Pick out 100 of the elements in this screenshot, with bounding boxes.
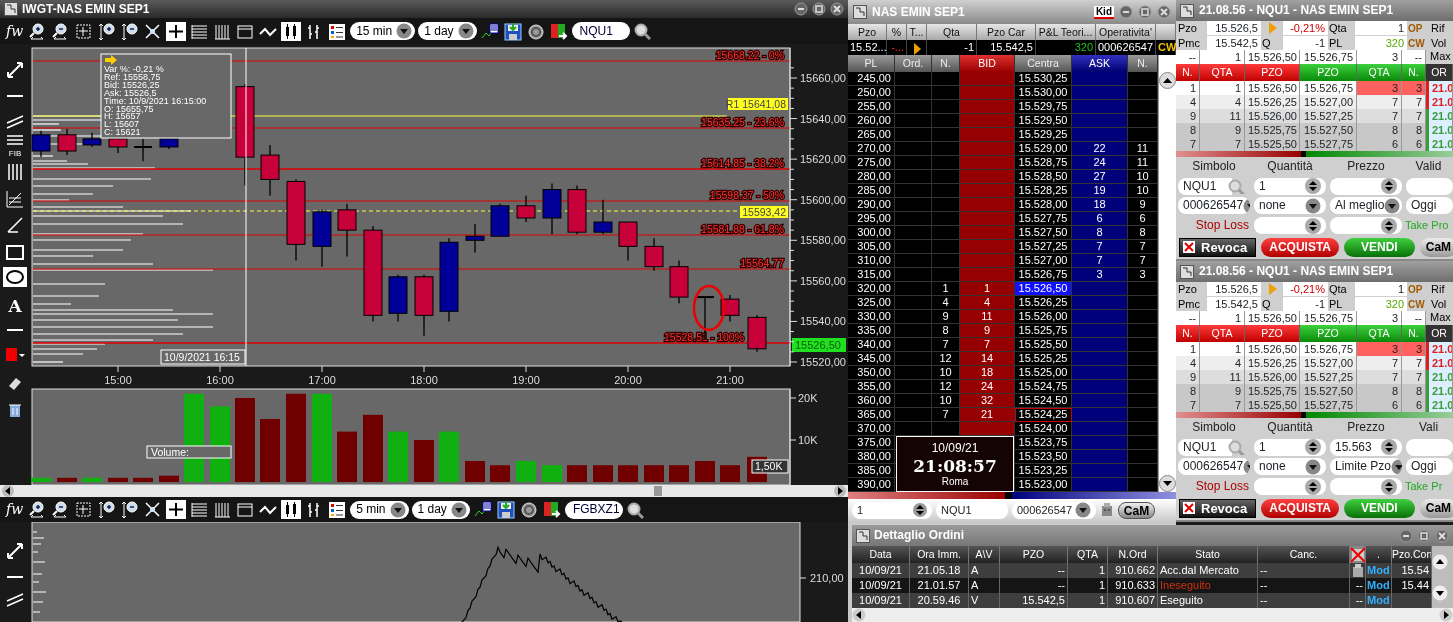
axis-label: 21:00 (716, 374, 744, 386)
table-cell: 8 (1402, 384, 1426, 399)
period-dropdown[interactable]: 1 day (411, 500, 470, 519)
table-cell: 21.01.57 (910, 578, 969, 593)
text-tool[interactable]: A (8, 296, 22, 316)
column-header: PZO (1245, 64, 1300, 82)
parameter-dropdown[interactable]: none (1254, 458, 1326, 476)
table-cell: 255,00 (848, 100, 895, 114)
table-cell: 7 (1357, 370, 1402, 385)
column-header: QTA (1357, 325, 1402, 343)
price-tag: 15526,50 (792, 338, 846, 352)
timeframe-dropdown[interactable]: 5 min (350, 500, 409, 519)
column-header: Stato (1158, 546, 1258, 563)
table-cell: 11 (1200, 109, 1245, 124)
table-cell: 290,00 (848, 198, 895, 212)
column-header: OR (1426, 325, 1453, 343)
fib-tool[interactable]: FIB (6, 135, 24, 158)
column-header: N. (1128, 55, 1158, 72)
table-cell: 355,00 (848, 380, 895, 394)
parameter-dropdown[interactable]: none (1254, 197, 1326, 215)
table-cell: 7 (1176, 398, 1200, 413)
table-cell: 1 (1068, 593, 1108, 608)
axis-label: 15560,00 (800, 274, 846, 287)
window-title: 21.08.56 - NQU1 - NAS EMIN SEP1 (1199, 265, 1394, 278)
table-cell: 15.526,00 (1245, 109, 1300, 124)
level-label: 15528.51 - 100% (664, 331, 744, 343)
cam-button[interactable]: CaM (1419, 498, 1453, 518)
symbol-field[interactable]: NQU1 (936, 501, 1008, 519)
column-header: Pzo.Con (1392, 546, 1432, 563)
column-header: Qta (927, 24, 977, 40)
field-label: Rif (1431, 21, 1445, 35)
table-cell: 305,00 (848, 240, 895, 254)
change-value: -0,21% (1283, 21, 1328, 36)
table-cell: 15.526,50 (1245, 342, 1300, 357)
column-header: Pzo Car (977, 24, 1036, 40)
mod-link[interactable]: Mod (1366, 563, 1392, 578)
price-value: 15.526,5 (1207, 21, 1261, 36)
order-type-dropdown[interactable]: Limite Pzo (1330, 458, 1402, 476)
quantity-field[interactable]: 1 (1254, 438, 1326, 456)
symbol-field[interactable]: NQU1 (571, 22, 630, 40)
table-cell: 8 (1072, 226, 1128, 240)
price-value: 15.542,5 (1207, 297, 1261, 312)
symbol-field[interactable]: FGBXZ1 (564, 500, 623, 519)
logo: fw (4, 24, 25, 38)
column-header: Data (852, 546, 910, 563)
table-cell: 910.607 (1108, 593, 1158, 608)
table-cell: 250,00 (848, 86, 895, 100)
mod-link[interactable]: Mod (1366, 578, 1392, 593)
quantity-field[interactable]: 1 (852, 501, 932, 519)
account-dropdown[interactable]: 000626547 (1012, 501, 1096, 519)
cw-label: CW (1408, 36, 1426, 50)
table-cell: -- (1000, 563, 1068, 578)
level-label: 15635.25 - 23.6% (701, 116, 784, 128)
account-dropdown[interactable]: 000626547 (1178, 197, 1250, 215)
clock-date: 10/09/21 (931, 440, 979, 456)
account-dropdown[interactable]: 000626547 (1178, 458, 1250, 476)
axis-label: 16:00 (206, 374, 234, 386)
table-cell: 8 (1176, 384, 1200, 399)
revoca-button[interactable]: Revoca (1179, 498, 1257, 518)
period-dropdown[interactable]: 1 day (418, 22, 477, 40)
axis-label: 17:00 (308, 374, 336, 386)
volume-label: Volume: (146, 445, 232, 459)
column-header: N. (932, 55, 960, 72)
table-cell: 6 (1357, 398, 1402, 413)
level-label: 15614.85 - 38.2% (701, 157, 784, 169)
table-cell: 315,00 (848, 268, 895, 282)
order-type-dropdown[interactable]: Al meglio (1330, 197, 1402, 215)
table-cell: 1 (1200, 50, 1245, 65)
revoca-button[interactable]: Revoca (1179, 237, 1257, 257)
column-header: % (887, 24, 907, 40)
table-cell: 15.526,75 (1300, 342, 1357, 357)
kid-button[interactable]: Kid (1093, 5, 1114, 19)
quantity-field[interactable]: 1 (1254, 177, 1326, 195)
table-cell: 3 (1402, 81, 1426, 96)
position-value: -1 (1283, 36, 1328, 51)
axis-label: 20:00 (614, 374, 642, 386)
field-label: Qta (1329, 21, 1348, 35)
table-cell: 910.633 (1108, 578, 1158, 593)
table-cell: 15.527,25 (1300, 370, 1357, 385)
table-cell: 8 (1402, 123, 1426, 138)
field-label: Vol (1431, 36, 1447, 50)
table-cell: 7 (1072, 254, 1128, 268)
table-cell: 350,00 (848, 366, 895, 380)
price-field[interactable]: 15.563 (1330, 438, 1402, 456)
table-cell: 24 (1072, 156, 1128, 170)
validity-field[interactable]: Oggi (1406, 197, 1453, 215)
mod-link[interactable]: Mod (1366, 593, 1392, 608)
field-label: Pzo (1178, 282, 1198, 296)
table-cell: 3 (1357, 311, 1402, 326)
tooltip-text: O: 15655,75 (104, 103, 154, 114)
buy-button[interactable]: ACQUISTA (1261, 237, 1340, 257)
cam-button[interactable]: CaM (1419, 237, 1453, 257)
field-label: Vol (1431, 297, 1447, 311)
validity-field[interactable]: Oggi (1406, 458, 1453, 476)
table-cell: 4 (1200, 356, 1245, 371)
axis-label: 10K (798, 434, 818, 446)
cam-button[interactable]: CaM (1117, 501, 1156, 519)
timeframe-dropdown[interactable]: 15 min (350, 22, 416, 40)
column-header: . (1366, 546, 1392, 563)
buy-button[interactable]: ACQUISTA (1261, 498, 1340, 518)
